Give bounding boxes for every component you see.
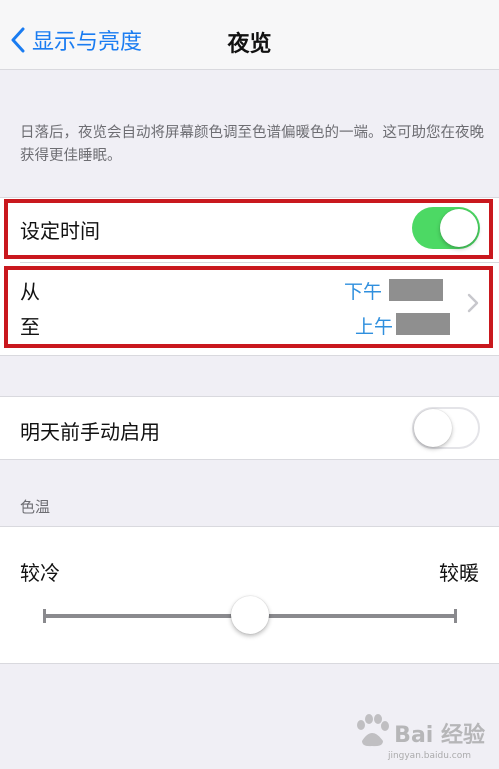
color-temp-group bbox=[0, 526, 499, 664]
watermark-url: jingyan.baidu.com bbox=[387, 751, 471, 761]
night-shift-description: 日落后，夜览会自动将屏幕颜色调至色谱偏暖色的一端。这可助您在夜晚获得更佳睡眠。 bbox=[20, 125, 484, 164]
page-title: 夜览 bbox=[227, 32, 272, 57]
cooler-label: 较冷 bbox=[20, 561, 60, 585]
color-temp-slider-thumb[interactable] bbox=[231, 596, 269, 634]
manual-enable-toggle[interactable] bbox=[412, 407, 480, 449]
highlight-box-scheduled bbox=[4, 199, 493, 259]
divider bbox=[20, 262, 499, 263]
warmer-label: 较暖 bbox=[439, 561, 479, 585]
slider-min-tick bbox=[43, 609, 46, 623]
paw-logo-icon bbox=[357, 714, 390, 747]
toggle-knob bbox=[414, 409, 452, 447]
highlight-box-times bbox=[4, 266, 493, 348]
watermark-text: Bai 经验 bbox=[394, 723, 485, 748]
baidu-jingyan-watermark: Bai 经验 bbox=[352, 713, 485, 749]
slider-max-tick bbox=[454, 609, 457, 623]
color-temp-section-label: 色温 bbox=[20, 498, 51, 516]
manual-enable-label: 明天前手动启用 bbox=[20, 420, 160, 444]
